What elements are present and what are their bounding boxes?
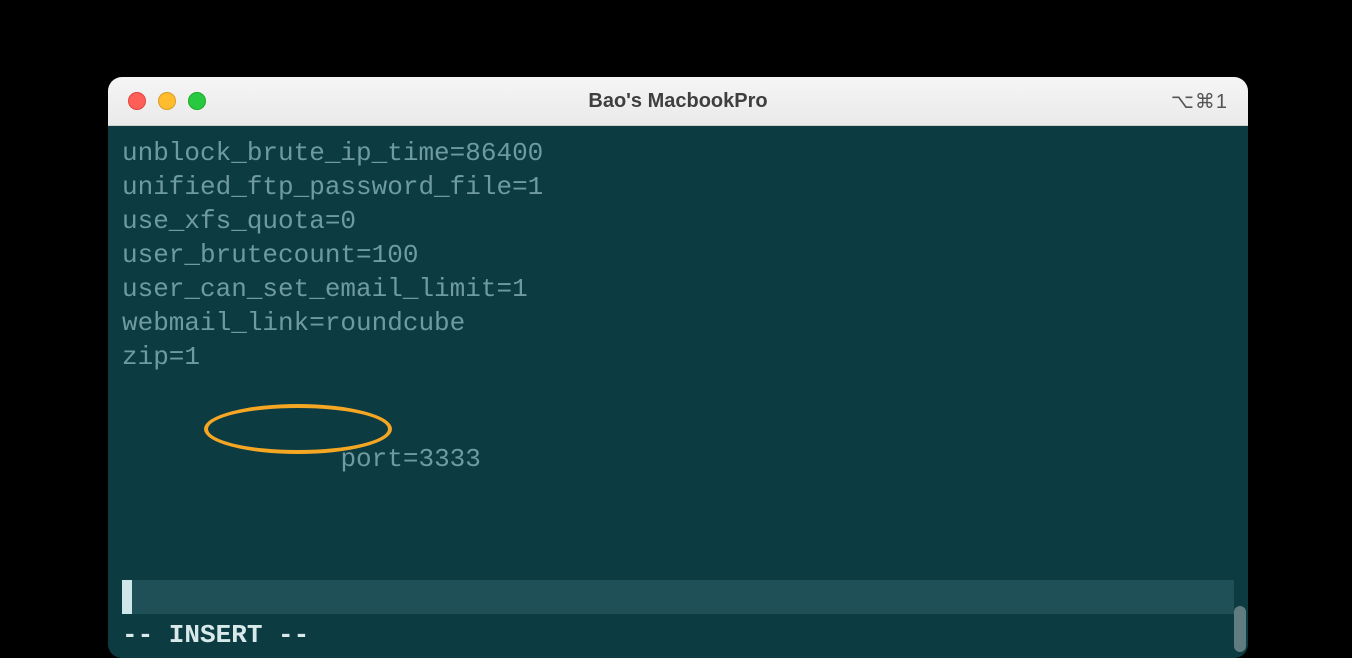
port-setting-text: port=3333 [340,444,480,474]
cursor-line [122,580,1234,614]
config-line: unblock_brute_ip_time=86400 [122,136,1234,170]
current-line-highlight [122,580,1234,614]
terminal-window: Bao's MacbookPro ⌥⌘1 unblock_brute_ip_ti… [108,77,1248,658]
minimize-icon[interactable] [158,92,176,110]
close-icon[interactable] [128,92,146,110]
vim-mode-line: -- INSERT -- [122,618,1234,652]
titlebar: Bao's MacbookPro ⌥⌘1 [108,77,1248,126]
config-line: zip=1 [122,340,1234,374]
window-shortcut-indicator: ⌥⌘1 [1171,89,1228,114]
zoom-icon[interactable] [188,92,206,110]
config-line: use_xfs_quota=0 [122,204,1234,238]
traffic-lights [128,92,206,110]
text-cursor-icon [122,580,132,614]
config-line: user_brutecount=100 [122,238,1234,272]
config-line-highlighted: port=3333 [122,374,1234,578]
scrollbar-thumb[interactable] [1234,606,1246,652]
config-line: unified_ftp_password_file=1 [122,170,1234,204]
terminal-body[interactable]: unblock_brute_ip_time=86400 unified_ftp_… [108,126,1248,658]
window-title: Bao's MacbookPro [108,90,1248,113]
config-line: user_can_set_email_limit=1 [122,272,1234,306]
config-line: webmail_link=roundcube [122,306,1234,340]
